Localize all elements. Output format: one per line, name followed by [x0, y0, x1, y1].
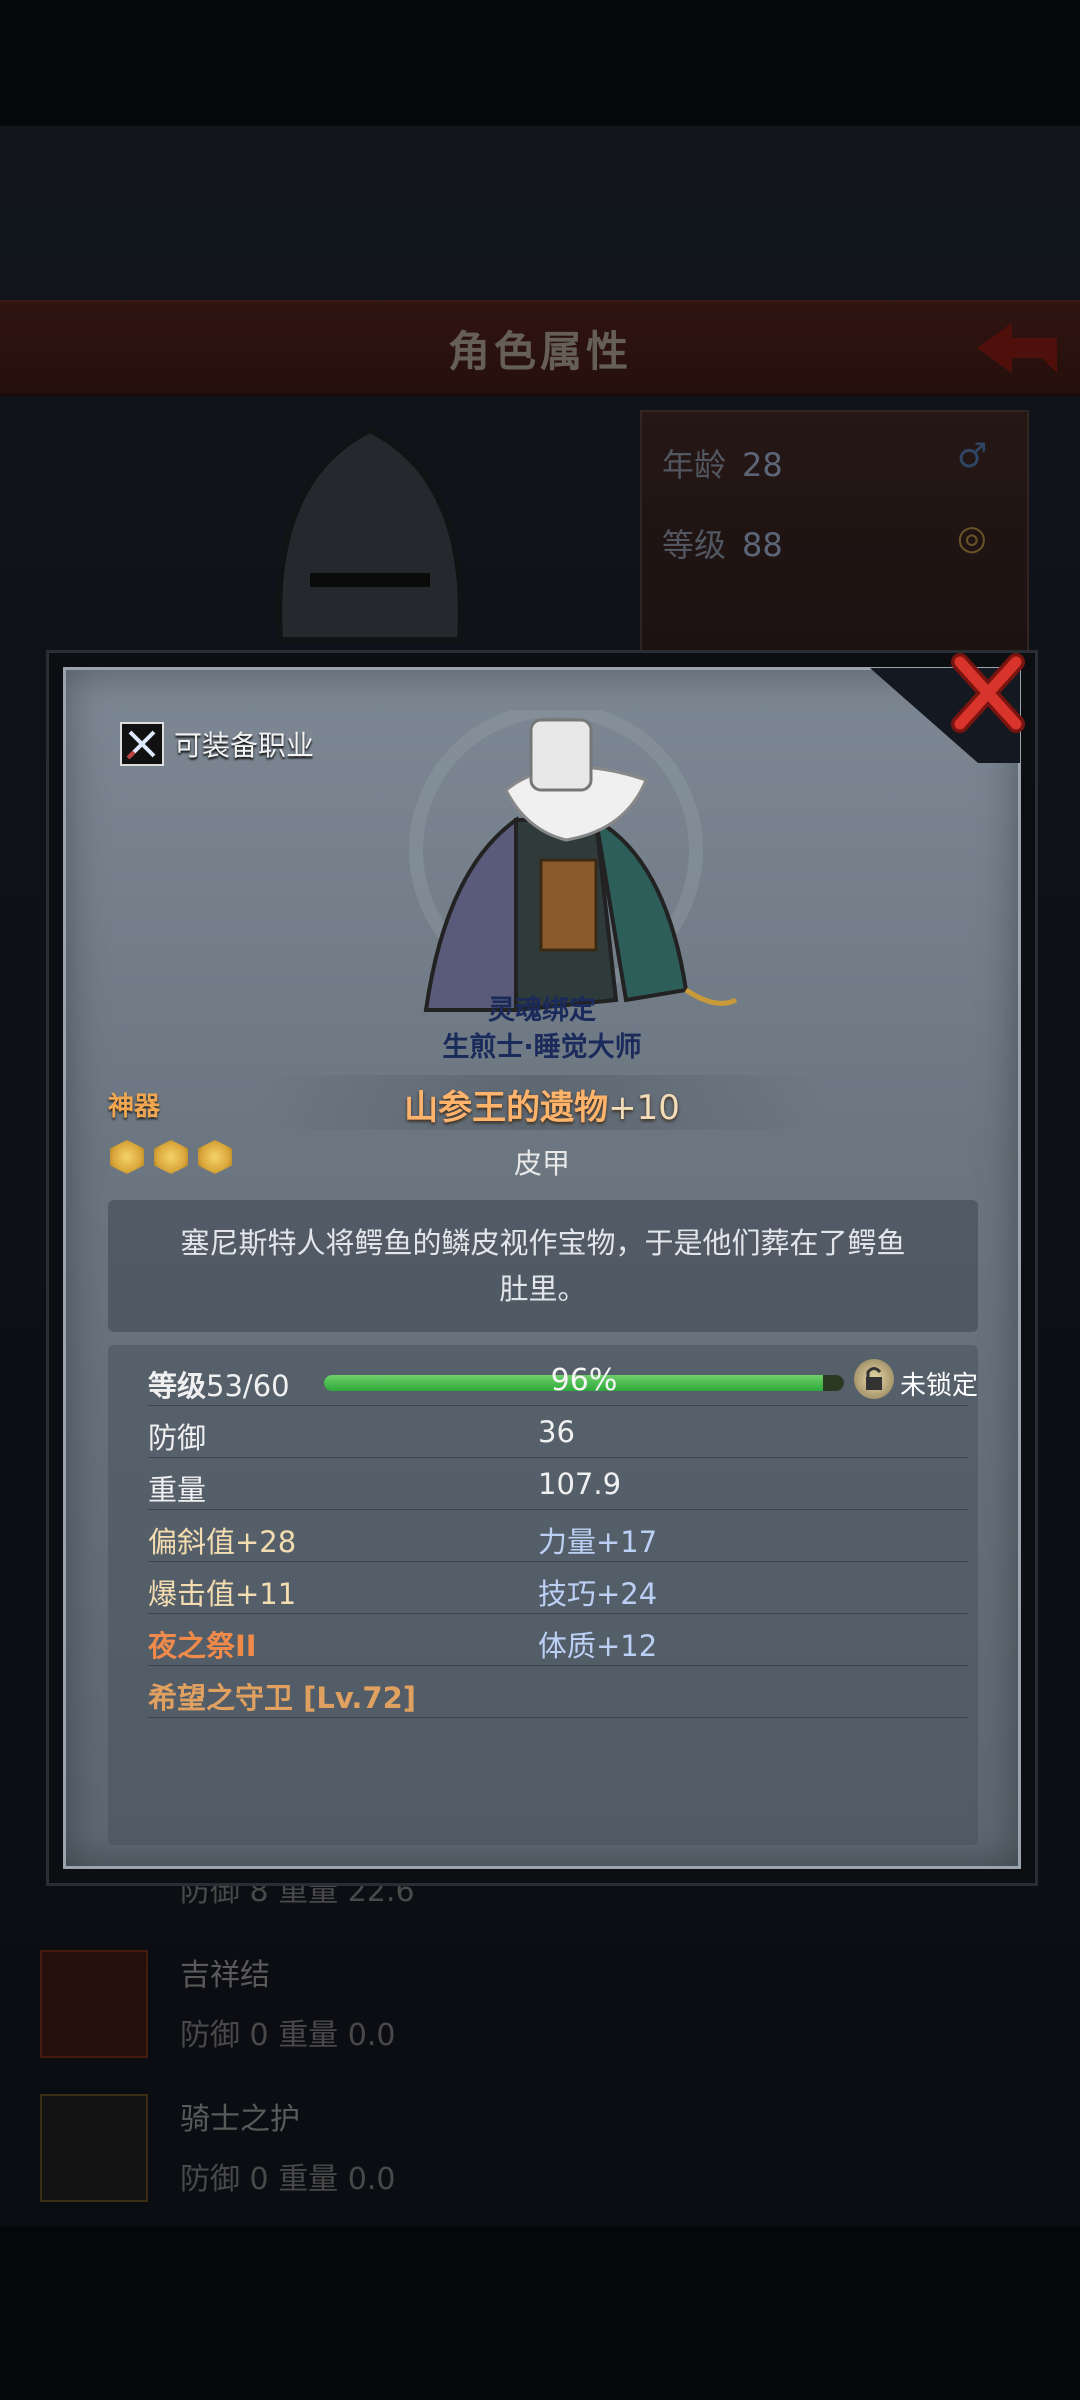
required-class-label: 生煎士·睡觉大师: [442, 1032, 642, 1063]
soulbound-label: 灵魂绑定: [488, 995, 596, 1026]
lock-status-label: 未锁定: [900, 1371, 979, 1401]
enchant-stat: 夜之祭II: [148, 1629, 257, 1663]
defense-label: 防御: [148, 1421, 207, 1455]
stat-row: 爆击值+11 技巧+24: [148, 1563, 968, 1614]
description-box: 塞尼斯特人将鳄鱼的鳞皮视作宝物，于是他们葬在了鳄鱼肚里。: [108, 1200, 978, 1332]
defense-value: 36: [538, 1415, 575, 1449]
strength-stat: 力量+17: [538, 1525, 658, 1559]
item-detail-modal: 可装备职业 灵魂绑定 生煎士·睡觉大师 神器 山参王的遗物+10 皮甲 塞尼斯特…: [46, 650, 1038, 1886]
stats-box: 等级53/60 96% 未锁定 防御 36 重量 107.9 偏斜值+28 力量…: [108, 1345, 978, 1845]
stat-row: 重量 107.9: [148, 1459, 968, 1510]
item-type-label: 皮甲: [513, 1147, 570, 1180]
level-row: 等级53/60 96% 未锁定: [148, 1355, 978, 1406]
weight-label: 重量: [148, 1473, 207, 1507]
stat-row: 希望之守卫 [Lv.72]: [148, 1667, 968, 1718]
deflect-stat: 偏斜值+28: [148, 1525, 297, 1559]
set-bonus: 希望之守卫 [Lv.72]: [148, 1681, 417, 1715]
lock-icon[interactable]: [854, 1359, 894, 1399]
class-swords-icon: [120, 722, 164, 766]
weight-value: 107.9: [538, 1467, 622, 1501]
constitution-stat: 体质+12: [538, 1629, 658, 1663]
stat-row: 偏斜值+28 力量+17: [148, 1511, 968, 1562]
crit-stat: 爆击值+11: [148, 1577, 297, 1611]
item-description: 塞尼斯特人将鳄鱼的鳞皮视作宝物，于是他们葬在了鳄鱼肚里。: [180, 1226, 906, 1306]
stat-row: 夜之祭II 体质+12: [148, 1615, 968, 1666]
level-label: 等级53/60: [148, 1369, 290, 1403]
stat-row: 防御 36: [148, 1407, 968, 1458]
item-name: 山参王的遗物+10: [404, 1088, 680, 1128]
equip-class-label: 可装备职业: [174, 729, 315, 762]
xp-percent: 96%: [550, 1363, 618, 1398]
item-detail-panel: 可装备职业 灵魂绑定 生煎士·睡觉大师 神器 山参王的遗物+10 皮甲 塞尼斯特…: [63, 667, 1021, 1869]
close-icon[interactable]: [950, 652, 1026, 734]
skill-stat: 技巧+24: [538, 1577, 658, 1611]
